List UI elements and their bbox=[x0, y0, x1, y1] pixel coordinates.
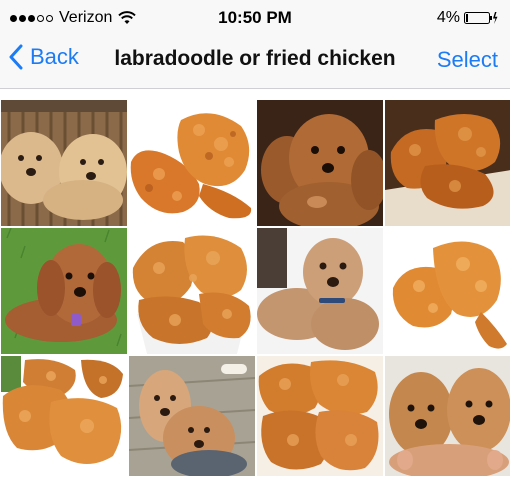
photo-thumbnail-fried-chicken[interactable] bbox=[257, 356, 383, 476]
photo-thumbnail-fried-chicken[interactable] bbox=[129, 100, 255, 226]
navigation-bar: Back labradoodle or fried chicken Select bbox=[0, 34, 510, 89]
photo-thumbnail-fried-chicken[interactable] bbox=[1, 356, 127, 476]
photo-thumbnail-fried-chicken[interactable] bbox=[385, 100, 510, 226]
chevron-left-icon bbox=[9, 44, 23, 70]
photo-thumbnail-fried-chicken[interactable] bbox=[129, 228, 255, 354]
status-right: 4% bbox=[437, 9, 498, 27]
back-button-label: Back bbox=[30, 44, 79, 69]
photo-thumbnail-labradoodle[interactable] bbox=[129, 356, 255, 476]
photo-grid bbox=[1, 100, 510, 476]
photo-thumbnail-labradoodle[interactable] bbox=[257, 100, 383, 226]
status-bar: Verizon 10:50 PM 4% bbox=[0, 0, 510, 34]
photo-thumbnail-labradoodle[interactable] bbox=[1, 228, 127, 354]
photo-thumbnail-labradoodle[interactable] bbox=[385, 356, 510, 476]
photo-thumbnail-fried-chicken[interactable] bbox=[385, 228, 510, 354]
battery-icon bbox=[464, 12, 498, 24]
photo-thumbnail-labradoodle[interactable] bbox=[1, 100, 127, 226]
back-button[interactable]: Back bbox=[8, 44, 79, 70]
status-time: 10:50 PM bbox=[218, 8, 292, 27]
photo-thumbnail-labradoodle[interactable] bbox=[257, 228, 383, 354]
photo-search-screen: Verizon 10:50 PM 4% Back labradoodle or … bbox=[0, 0, 510, 477]
page-title: labradoodle or fried chicken bbox=[114, 47, 396, 70]
battery-percent: 4% bbox=[436, 9, 460, 26]
select-button[interactable]: Select bbox=[437, 47, 498, 73]
